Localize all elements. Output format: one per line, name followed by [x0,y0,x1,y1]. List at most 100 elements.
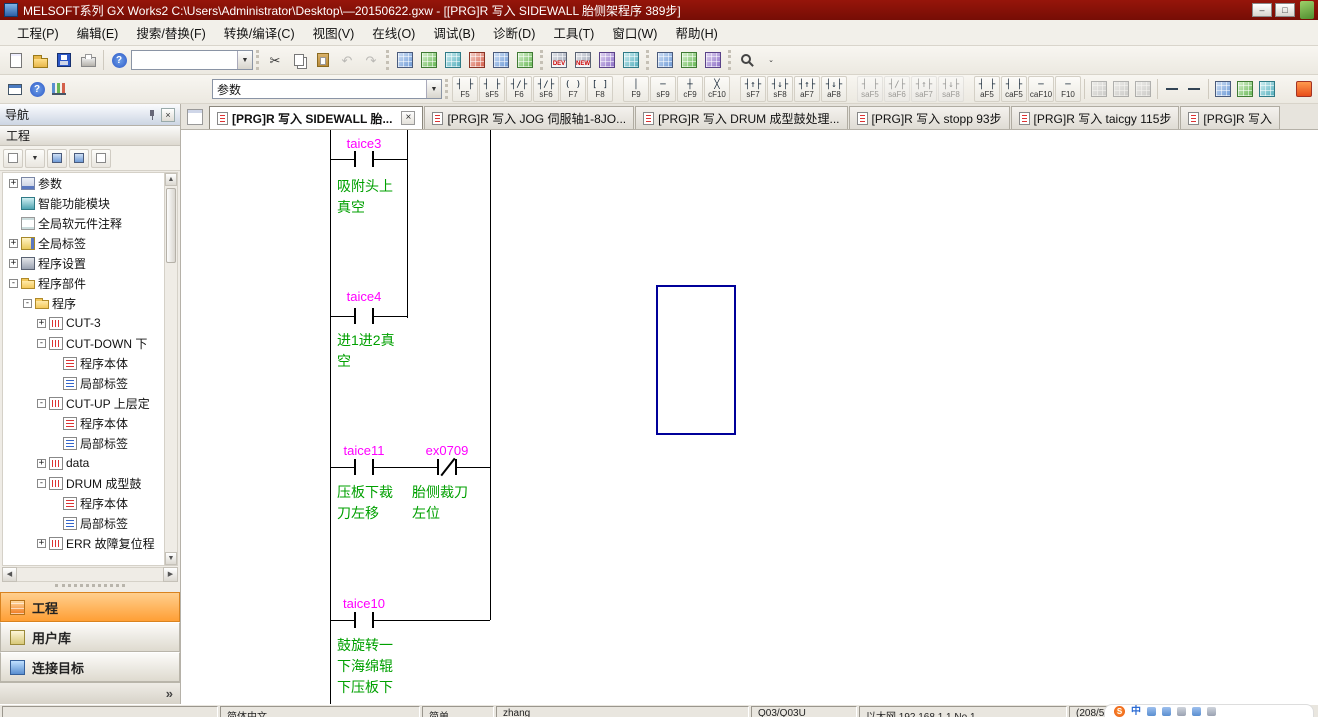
ladder-symbol-button[interactable]: ┤↓├ saF8 [938,76,964,102]
target-combobox[interactable]: 参数 ▼ [212,79,442,99]
monitor-mode-button[interactable] [1256,77,1278,101]
ladder-symbol-button[interactable]: ┤ ├ caF5 [1001,76,1027,102]
expand-all-button[interactable] [47,149,67,168]
ladder-symbol-button[interactable]: [ ] F8 [587,76,613,102]
scroll-left-icon[interactable]: ◀ [2,567,17,582]
tab-taicgy[interactable]: [PRG]R 写入 taicgy 115步 [1011,106,1180,129]
tab-stopp[interactable]: [PRG]R 写入 stopp 93步 [849,106,1010,129]
ime-chinese-mode[interactable]: 中 [1131,706,1141,717]
inline-statement-button[interactable] [1088,77,1110,101]
sampling-trace-button[interactable] [701,48,725,72]
tree-item-program-body[interactable]: 程序本体 [3,353,177,373]
sogou-logo-icon[interactable]: S [1114,706,1125,717]
expander-icon[interactable]: + [9,239,18,248]
program-check-button[interactable] [619,48,643,72]
read-from-plc-button[interactable] [417,48,441,72]
undo-button[interactable]: ↶ [335,48,359,72]
menu-item[interactable]: 工程(P) [8,19,68,46]
mic-icon[interactable] [1162,707,1171,716]
tree-item-data[interactable]: +data [3,453,177,473]
user-library-button[interactable]: 用户库 [0,622,180,652]
tree-item-parameter[interactable]: +参数 [3,173,177,193]
simulation-button[interactable] [653,48,677,72]
toolbox-icon[interactable] [1207,707,1216,716]
toolbar-grip[interactable] [386,50,390,70]
print-button[interactable] [76,48,100,72]
tree-vertical-scrollbar[interactable]: ▲ ▼ [164,173,177,565]
minimize-button[interactable]: – [1252,3,1272,17]
filter-button[interactable] [91,149,111,168]
ladder-symbol-button[interactable]: ┤ ├ F5 [452,76,478,102]
tab-clipped[interactable]: [PRG]R 写入 [1180,106,1280,129]
tab-sidewall[interactable]: [PRG]R 写入 SIDEWALL 胎... × [209,106,423,129]
menu-item[interactable]: 工具(T) [544,19,603,46]
sort-button[interactable]: ▼ [25,149,45,168]
expander-icon[interactable]: + [37,319,46,328]
open-project-button[interactable] [28,48,52,72]
device-statistics-button[interactable] [48,77,70,101]
menu-item[interactable]: 搜索/替换(F) [127,19,214,46]
tab-close-button[interactable]: × [401,111,415,125]
zoom-button[interactable] [735,48,759,72]
expander-icon[interactable]: + [9,259,18,268]
menu-item[interactable]: 诊断(D) [484,19,544,46]
tree-item-local-label[interactable]: 局部标签 [3,373,177,393]
ladder-symbol-button[interactable]: ┤ ├ aF5 [974,76,1000,102]
tree-item-global-label[interactable]: +全局标签 [3,233,177,253]
tree-item-drum[interactable]: -DRUM 成型鼓 [3,473,177,493]
ladder-symbol-button[interactable]: ┤↑├ sF7 [740,76,766,102]
toolbar-grip[interactable] [728,50,732,70]
ladder-symbol-button[interactable]: ┤/├ F6 [506,76,532,102]
ladder-symbol-button[interactable]: ─ caF10 [1028,76,1054,102]
device-memory-button[interactable]: NEW [571,48,595,72]
tree-item-intelligent-module[interactable]: 智能功能模块 [3,193,177,213]
save-project-button[interactable] [52,48,76,72]
maximize-button[interactable]: □ [1275,3,1295,17]
device-batch-monitor-button[interactable] [489,48,513,72]
open-contact-symbol[interactable] [354,612,374,628]
expander-icon[interactable]: - [37,479,46,488]
read-mode-button[interactable] [1212,77,1234,101]
ladder-symbol-button[interactable]: ┤↑├ aF7 [794,76,820,102]
help-button[interactable]: ? [107,48,131,72]
monitor-stop-button[interactable] [465,48,489,72]
toolbar-grip[interactable] [646,50,650,70]
ladder-symbol-button[interactable]: ┤/├ sF6 [533,76,559,102]
expander-icon[interactable]: + [37,459,46,468]
note-edit-button[interactable] [1132,77,1154,101]
cut-button[interactable]: ✂ [263,48,287,72]
menu-item[interactable]: 转换/编译(C) [215,19,304,46]
emoji-icon[interactable] [1192,707,1201,716]
tree-item-pou[interactable]: -程序部件 [3,273,177,293]
help-small-button[interactable]: ? [26,77,48,101]
menu-item[interactable]: 视图(V) [304,19,364,46]
scroll-right-icon[interactable]: ▶ [163,567,178,582]
tree-item-global-comment[interactable]: 全局软元件注释 [3,213,177,233]
ladder-symbol-button[interactable]: ┤↓├ sF8 [767,76,793,102]
expander-icon[interactable]: - [37,339,46,348]
ladder-symbol-button[interactable]: │ F9 [623,76,649,102]
tree-item-local-label[interactable]: 局部标签 [3,513,177,533]
new-data-button[interactable] [3,149,23,168]
tree-item-program-body[interactable]: 程序本体 [3,413,177,433]
menu-item[interactable]: 在线(O) [363,19,424,46]
view-selector-bar[interactable]: » [0,682,180,704]
document-list-icon[interactable] [187,109,203,125]
expander-icon[interactable]: - [9,279,18,288]
monitor-start-button[interactable] [441,48,465,72]
project-view-button[interactable]: 工程 [0,592,180,622]
write-to-plc-button[interactable] [393,48,417,72]
open-contact-symbol[interactable] [354,459,374,475]
toolbar-grip[interactable] [256,50,260,70]
line-delete-button[interactable] [1183,77,1205,101]
scroll-up-icon[interactable]: ▲ [165,173,177,186]
tree-item-program-setting[interactable]: +程序设置 [3,253,177,273]
keyboard-icon[interactable] [1177,707,1186,716]
ladder-symbol-button[interactable]: ┤↓├ aF8 [821,76,847,102]
ladder-symbol-button[interactable]: ┤↑├ saF7 [911,76,937,102]
ladder-symbol-button[interactable]: ┼ cF9 [677,76,703,102]
toolbar-overflow-button[interactable]: ⌄ [759,48,783,72]
redo-button[interactable]: ↷ [359,48,383,72]
line-draw-button[interactable] [1161,77,1183,101]
ladder-symbol-button[interactable]: ( ) F7 [560,76,586,102]
